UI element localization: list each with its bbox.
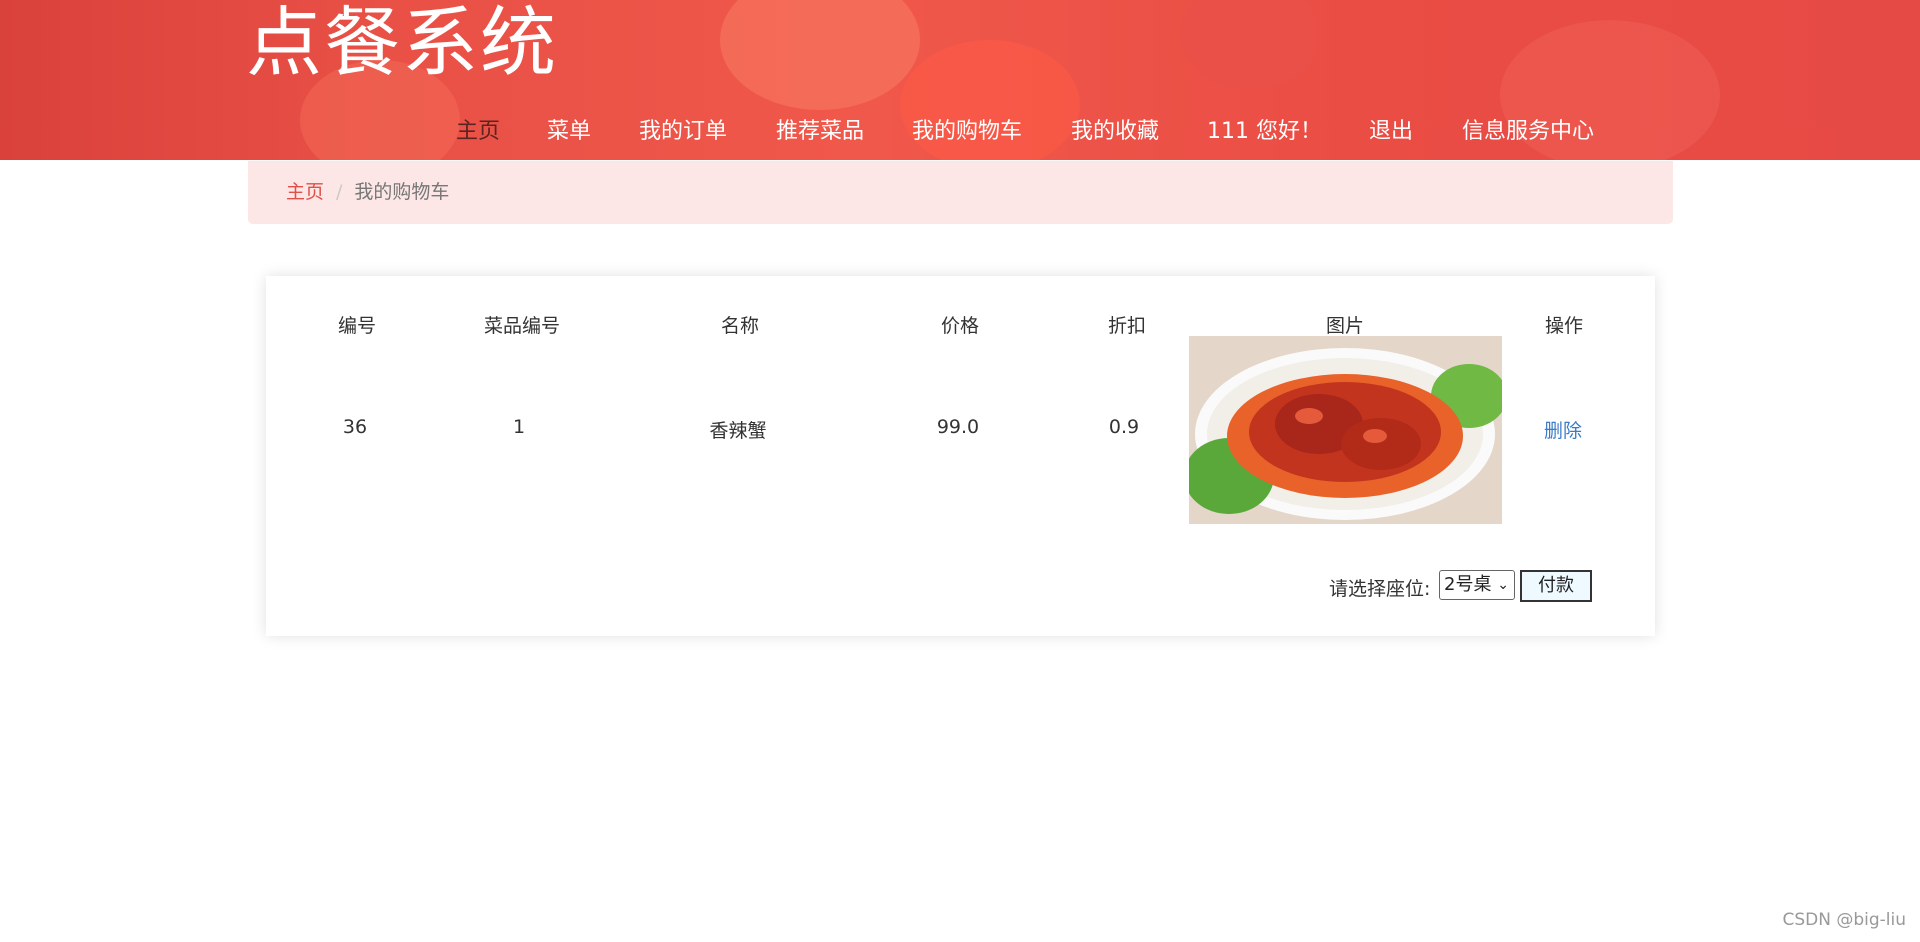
column-header-discount: 折扣 bbox=[1107, 315, 1147, 337]
breadcrumb-separator: / bbox=[336, 181, 343, 203]
cell-action: 删除 bbox=[1544, 416, 1582, 443]
pay-button[interactable]: 付款 bbox=[1520, 570, 1592, 602]
nav-item-logout[interactable]: 退出 bbox=[1369, 114, 1413, 150]
main-nav: 主页 菜单 我的订单 推荐菜品 我的购物车 我的收藏 111 您好！ 退出 信息… bbox=[0, 114, 1920, 150]
delete-button[interactable]: 删除 bbox=[1544, 420, 1582, 442]
nav-item-menu[interactable]: 菜单 bbox=[547, 114, 591, 150]
nav-item-my-orders[interactable]: 我的订单 bbox=[639, 114, 727, 150]
dish-image bbox=[1189, 336, 1502, 524]
cell-price: 99.0 bbox=[936, 416, 980, 438]
header-decoration bbox=[1180, 0, 1320, 90]
column-header-dish-id: 菜品编号 bbox=[483, 315, 561, 337]
nav-item-info-center[interactable]: 信息服务中心 bbox=[1462, 114, 1594, 150]
column-header-image: 图片 bbox=[1325, 315, 1365, 337]
cell-discount: 0.9 bbox=[1108, 416, 1140, 438]
header-decoration bbox=[720, 0, 920, 110]
cart-table-card: 编号 菜品编号 名称 价格 折扣 图片 操作 36 1 香辣蟹 99.0 0.9… bbox=[266, 276, 1655, 636]
breadcrumb-home-link[interactable]: 主页 bbox=[286, 181, 324, 203]
seat-select[interactable]: 2号桌 ⌄ bbox=[1439, 570, 1515, 600]
watermark: CSDN @big-liu bbox=[1782, 910, 1906, 930]
nav-item-recommended[interactable]: 推荐菜品 bbox=[776, 114, 864, 150]
nav-item-home[interactable]: 主页 bbox=[456, 114, 500, 150]
site-header: 点餐系统 主页 菜单 我的订单 推荐菜品 我的购物车 我的收藏 111 您好！ … bbox=[0, 0, 1920, 160]
spicy-crab-image bbox=[1189, 336, 1502, 524]
nav-item-favorites[interactable]: 我的收藏 bbox=[1071, 114, 1159, 150]
seat-select-value: 2号桌 bbox=[1444, 574, 1492, 595]
site-title: 点餐系统 bbox=[246, 0, 558, 87]
nav-item-cart[interactable]: 我的购物车 bbox=[912, 114, 1022, 150]
cell-name: 香辣蟹 bbox=[709, 420, 767, 442]
breadcrumb-current: 我的购物车 bbox=[354, 181, 450, 203]
column-header-action: 操作 bbox=[1544, 315, 1584, 337]
chevron-down-icon: ⌄ bbox=[1497, 577, 1509, 593]
seat-label: 请选择座位: bbox=[1329, 578, 1431, 600]
breadcrumb: 主页 / 我的购物车 bbox=[248, 161, 1673, 224]
nav-item-user-greeting[interactable]: 111 您好！ bbox=[1207, 114, 1322, 150]
column-header-price: 价格 bbox=[940, 315, 980, 337]
cell-id: 36 bbox=[342, 416, 368, 438]
cell-dish-id: 1 bbox=[512, 416, 526, 438]
column-header-id: 编号 bbox=[337, 315, 377, 337]
column-header-name: 名称 bbox=[720, 315, 760, 337]
